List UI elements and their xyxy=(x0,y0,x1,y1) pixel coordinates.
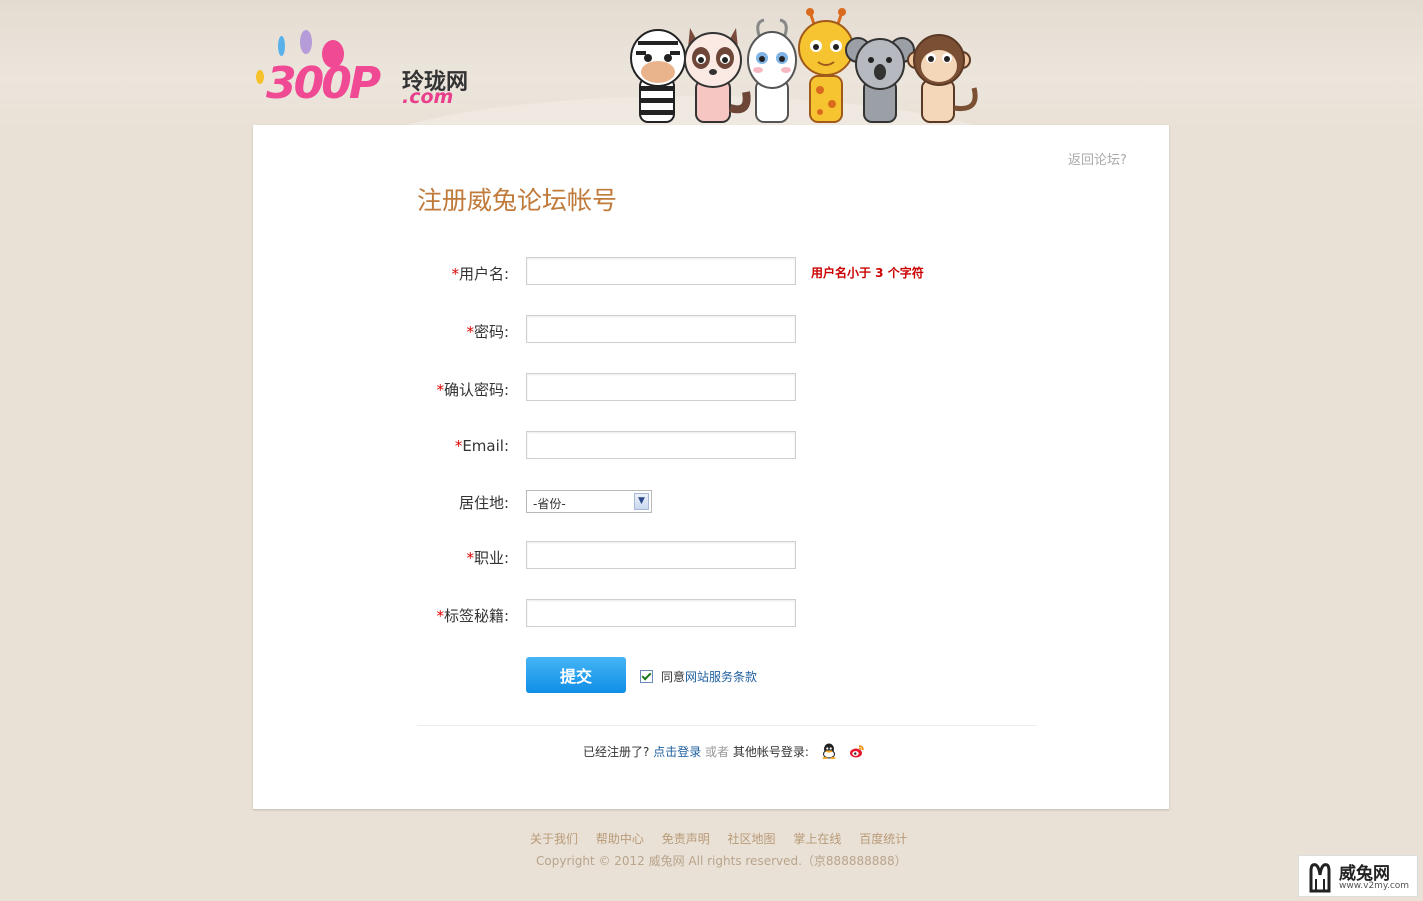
or-text: 或者 xyxy=(705,745,730,759)
footer-link-stats[interactable]: 百度统计 xyxy=(859,832,907,846)
login-link[interactable]: 点击登录 xyxy=(653,745,701,759)
residence-label: 居住地: xyxy=(458,494,509,512)
raccoon-mascot xyxy=(684,28,751,123)
mascots-illustration xyxy=(630,8,978,123)
back-to-forum-link[interactable]: 返回论坛? xyxy=(1068,149,1127,168)
terms-link[interactable]: 网站服务条款 xyxy=(685,670,757,684)
username-label-text: 用户名: xyxy=(458,265,509,283)
site-badge: 威兔网 www.v2my.com xyxy=(1298,855,1418,897)
password-input[interactable] xyxy=(526,315,796,343)
email-label-text: Email: xyxy=(462,437,509,455)
logo-dot-purple xyxy=(300,30,312,54)
tags-input[interactable] xyxy=(526,599,796,627)
register-card: 返回论坛? 注册威兔论坛帐号 *用户名: 用户名小于 3 个字符 *密码: *确… xyxy=(253,125,1169,809)
residence-row: 居住地: -省份- ▼ xyxy=(253,490,1169,520)
email-input[interactable] xyxy=(526,431,796,459)
required-mark: * xyxy=(466,549,474,567)
site-logo[interactable]: 300P 玲珑网 .com xyxy=(252,28,492,110)
giraffe-mascot xyxy=(798,8,854,123)
username-error: 用户名小于 3 个字符 xyxy=(811,266,924,280)
logo-dot-yellow xyxy=(256,70,264,84)
page-title: 注册威兔论坛帐号 xyxy=(417,186,618,215)
submit-button[interactable]: 提交 xyxy=(526,657,626,693)
occupation-row: *职业: xyxy=(253,541,1169,571)
login-prompt: 已经注册了? 点击登录 或者 其他帐号登录: xyxy=(583,743,865,760)
footer-links: 关于我们 帮助中心 免责声明 社区地图 掌上在线 百度统计 xyxy=(530,830,921,847)
logo-dot-blue xyxy=(278,36,285,56)
footer-link-sitemap[interactable]: 社区地图 xyxy=(728,832,776,846)
password-label: *密码: xyxy=(466,321,509,342)
confirm-password-label-text: 确认密码: xyxy=(443,381,509,399)
province-select-value: -省份- xyxy=(533,497,566,511)
password-row: *密码: xyxy=(253,315,1169,345)
occupation-label-text: 职业: xyxy=(473,549,509,567)
username-label: *用户名: xyxy=(451,263,509,284)
agree-text: 同意 xyxy=(661,670,686,684)
logo-domain: .com xyxy=(402,86,454,108)
divider xyxy=(417,725,1037,726)
agree-terms: 同意网站服务条款 xyxy=(640,668,757,685)
footer-link-help[interactable]: 帮助中心 xyxy=(596,832,644,846)
occupation-input[interactable] xyxy=(526,541,796,569)
copyright: Copyright © 2012 威兔网 All rights reserved… xyxy=(536,854,907,868)
password-label-text: 密码: xyxy=(473,323,509,341)
confirm-password-input[interactable] xyxy=(526,373,796,401)
rabbit-logo-icon xyxy=(1309,863,1331,893)
chevron-down-icon[interactable]: ▼ xyxy=(634,493,649,510)
goat-mascot xyxy=(747,18,797,123)
already-registered-text: 已经注册了? xyxy=(583,745,650,759)
tags-label: *标签秘籍: xyxy=(436,605,509,626)
logo-number: 300P xyxy=(266,58,381,109)
tags-row: *标签秘籍: xyxy=(253,599,1169,629)
province-select[interactable]: -省份- ▼ xyxy=(526,490,652,513)
monkey-mascot xyxy=(907,34,978,123)
username-row: *用户名: 用户名小于 3 个字符 xyxy=(253,257,1169,287)
footer-link-mobile[interactable]: 掌上在线 xyxy=(793,832,841,846)
other-account-text: 其他帐号登录: xyxy=(732,745,809,759)
confirm-password-label: *确认密码: xyxy=(436,379,509,400)
zebra-mascot xyxy=(630,29,686,123)
occupation-label: *职业: xyxy=(466,547,509,568)
qq-icon[interactable] xyxy=(821,743,837,759)
required-mark: * xyxy=(436,607,444,625)
badge-url: www.v2my.com xyxy=(1339,881,1410,891)
required-mark: * xyxy=(451,265,459,283)
confirm-password-row: *确认密码: xyxy=(253,373,1169,403)
required-mark: * xyxy=(436,381,444,399)
email-label: *Email: xyxy=(455,437,509,455)
username-input[interactable] xyxy=(526,257,796,285)
weibo-icon[interactable] xyxy=(849,743,865,759)
footer-link-disclaimer[interactable]: 免责声明 xyxy=(662,832,710,846)
agree-checkbox[interactable] xyxy=(640,670,653,683)
required-mark: * xyxy=(466,323,474,341)
email-row: *Email: xyxy=(253,431,1169,461)
tags-label-text: 标签秘籍: xyxy=(443,607,509,625)
footer-link-about[interactable]: 关于我们 xyxy=(530,832,578,846)
koala-mascot xyxy=(845,37,915,123)
